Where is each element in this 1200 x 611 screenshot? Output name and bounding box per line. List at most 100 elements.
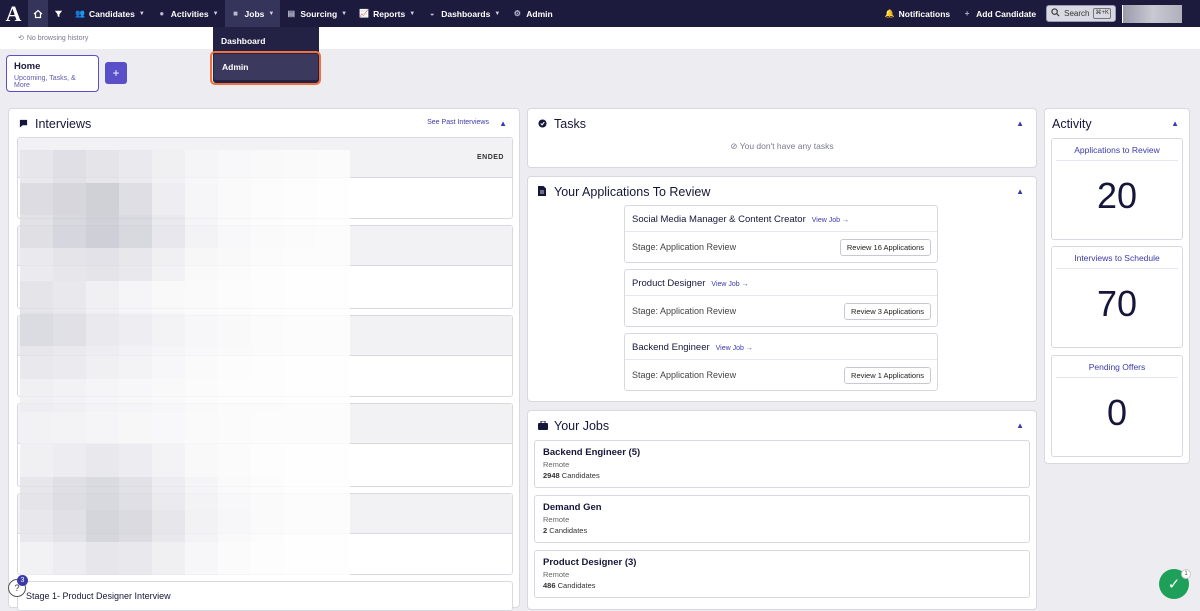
collapse-icon[interactable]: ▲ — [1016, 119, 1024, 128]
pending-offers-card[interactable]: Pending Offers 0 — [1051, 355, 1183, 457]
help-badge: 3 — [17, 575, 28, 586]
review-applications-button[interactable]: Review 3 Applications — [844, 302, 931, 320]
add-tab-button[interactable]: + — [105, 62, 127, 84]
job-card[interactable]: Backend Engineer (5) Remote 2948 Candida… — [534, 440, 1030, 488]
chat-icon — [19, 119, 29, 130]
candidate-count-label: Candidates — [549, 526, 588, 535]
user-menu[interactable] — [1122, 4, 1182, 23]
history-text: No browsing history — [26, 34, 89, 42]
application-job-title: Social Media Manager & Content Creator — [632, 214, 806, 225]
collapse-icon[interactable]: ▲ — [499, 119, 507, 128]
candidate-count: 2948 — [543, 471, 560, 480]
redacted-content — [20, 150, 350, 575]
tasks-header: Tasks — [528, 109, 1036, 139]
add-candidate-button[interactable]: + Add Candidate — [956, 0, 1042, 27]
chevron-down-icon: ▼ — [409, 10, 416, 17]
nav-label: Candidates — [89, 8, 135, 19]
chart-icon: 📈 — [359, 9, 370, 18]
search-button[interactable]: Search ⌘+K — [1046, 5, 1116, 22]
application-card: Product Designer View Job → Stage: Appli… — [624, 269, 938, 327]
admin-highlight-outline — [210, 51, 321, 85]
status-badge: ENDED — [476, 154, 504, 161]
activity-card-value: 70 — [1096, 283, 1138, 324]
nav-label: Jobs — [244, 8, 265, 19]
activity-card-label: Applications to Review — [1056, 139, 1178, 161]
activity-header: Activity — [1045, 109, 1189, 139]
nav-label: Admin — [526, 8, 553, 19]
view-job-link[interactable]: View Job → — [812, 217, 849, 224]
check-circle-icon — [538, 118, 548, 130]
application-stage: Stage: Application Review — [632, 370, 737, 380]
no-tasks-icon: ⊘ — [730, 141, 738, 151]
bell-icon: 🔔 — [884, 9, 895, 18]
application-stage: Stage: Application Review — [632, 242, 737, 252]
job-card[interactable]: Demand Gen Remote 2 Candidates — [534, 495, 1030, 543]
notifications-button[interactable]: 🔔 Notifications — [879, 0, 956, 27]
candidate-count: 2 — [543, 526, 548, 535]
review-applications-button[interactable]: Review 16 Applications — [839, 238, 931, 256]
applications-panel: Your Applications To Review ▲ Social Med… — [527, 176, 1037, 402]
job-card[interactable]: Product Designer (3) Remote 486 Candidat… — [534, 550, 1030, 598]
chevron-down-icon: ▼ — [268, 10, 275, 17]
plus-icon: + — [964, 9, 970, 18]
interview-item[interactable]: Stage 1- Product Designer Interview — [17, 581, 513, 611]
application-stage: Stage: Application Review — [632, 306, 737, 316]
history-icon: ⟲ — [18, 35, 24, 42]
jobs-title: Your Jobs — [554, 419, 610, 433]
tasks-title: Tasks — [554, 117, 586, 131]
application-card: Social Media Manager & Content Creator V… — [624, 205, 938, 263]
add-candidate-label: Add Candidate — [976, 8, 1037, 19]
filter-icon[interactable] — [48, 0, 69, 27]
review-applications-button[interactable]: Review 1 Applications — [844, 366, 931, 384]
application-job-title: Product Designer — [632, 278, 706, 289]
candidate-count-label: Candidates — [557, 581, 596, 590]
browsing-history-bar: ⟲ No browsing history — [0, 27, 1200, 49]
application-job-title: Backend Engineer — [632, 342, 710, 353]
nav-admin[interactable]: ⚙ Admin — [506, 0, 558, 27]
activity-card-label: Interviews to Schedule — [1056, 247, 1178, 269]
applications-title: Your Applications To Review — [554, 185, 711, 199]
chevron-down-icon: ▼ — [138, 10, 145, 17]
activity-title: Activity — [1052, 117, 1092, 131]
home-icon[interactable] — [28, 0, 48, 27]
nav-label: Sourcing — [300, 8, 338, 19]
nav-label: Activities — [170, 8, 209, 19]
tab-home[interactable]: Home Upcoming, Tasks, & More — [6, 55, 99, 92]
job-name: Backend Engineer (5) — [543, 447, 641, 458]
nav-candidates[interactable]: 👥 Candidates ▼ — [69, 0, 151, 27]
collapse-icon[interactable]: ▲ — [1171, 119, 1179, 128]
activity-card-value: 20 — [1096, 175, 1138, 216]
nav-dashboards[interactable]: ◒ Dashboards ▼ — [421, 0, 506, 27]
tabs-row: Home Upcoming, Tasks, & More + — [0, 49, 1200, 97]
tasks-empty-text: You don't have any tasks — [739, 141, 834, 151]
interviews-to-schedule-card[interactable]: Interviews to Schedule 70 — [1051, 246, 1183, 348]
collapse-icon[interactable]: ▲ — [1016, 421, 1024, 430]
job-location: Remote — [543, 570, 570, 579]
tasks-empty-state: ⊘ You don't have any tasks — [528, 141, 1036, 152]
interviews-title: Interviews — [35, 117, 92, 131]
dashboard-icon: ◒ — [429, 9, 435, 18]
tab-home-title: Home — [14, 61, 41, 72]
sourcing-icon: ▤ — [287, 9, 296, 18]
applications-to-review-card[interactable]: Applications to Review 20 — [1051, 138, 1183, 240]
view-job-link[interactable]: View Job → — [711, 281, 748, 288]
search-shortcut: ⌘+K — [1093, 8, 1111, 19]
chevron-down-icon: ▼ — [494, 10, 501, 17]
activity-card-value: 0 — [1106, 392, 1128, 433]
nav-sourcing[interactable]: ▤ Sourcing ▼ — [280, 0, 353, 27]
nav-jobs[interactable]: ■ Jobs ▼ — [224, 0, 281, 27]
activity-panel: Activity ▲ Applications to Review 20 Int… — [1044, 108, 1190, 464]
candidate-count: 486 — [543, 581, 556, 590]
nav-activities[interactable]: ● Activities ▼ — [151, 0, 225, 27]
top-navbar: A 👥 Candidates ▼ ● Activities ▼ ■ Jobs ▼… — [0, 0, 1200, 27]
activity-icon: ● — [159, 9, 165, 18]
chevron-down-icon: ▼ — [212, 10, 219, 17]
view-job-link[interactable]: View Job → — [716, 345, 753, 352]
jobs-panel: Your Jobs ▲ Backend Engineer (5) Remote … — [527, 410, 1037, 610]
nav-reports[interactable]: 📈 Reports ▼ — [353, 0, 421, 27]
collapse-icon[interactable]: ▲ — [1016, 187, 1024, 196]
document-icon — [538, 186, 548, 198]
see-past-interviews-link[interactable]: See Past Interviews — [427, 119, 489, 126]
people-icon: 👥 — [75, 9, 85, 18]
logo[interactable]: A — [0, 0, 27, 27]
